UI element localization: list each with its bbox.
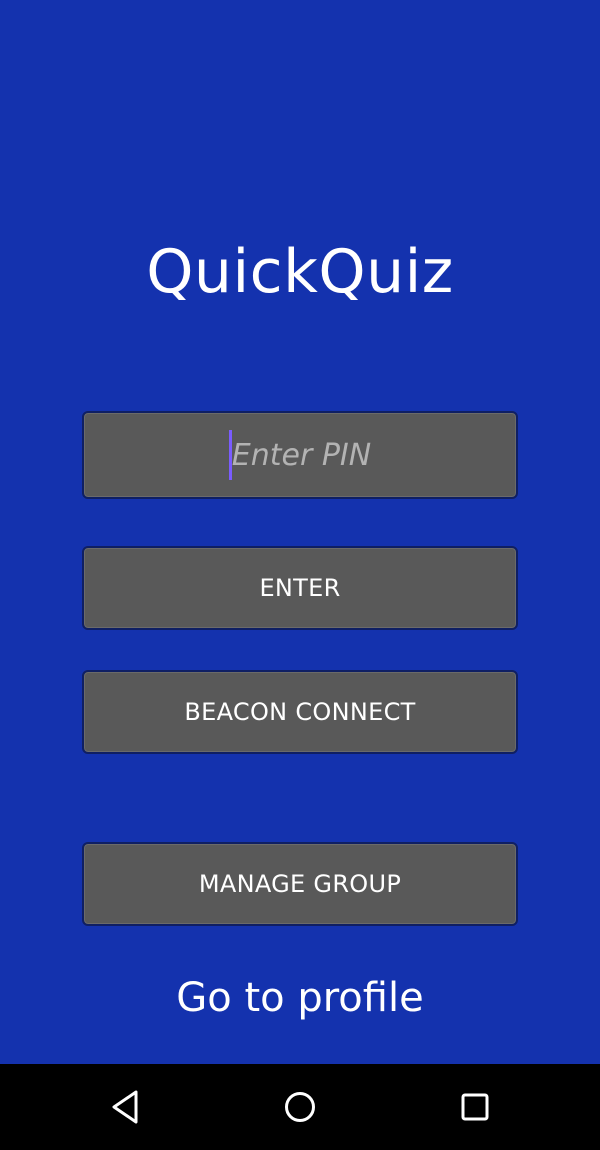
app-screen: QuickQuiz Enter PIN ENTER BEACON CONNECT… [0, 0, 600, 1064]
system-navigation-bar [0, 1064, 600, 1150]
home-button[interactable] [270, 1082, 330, 1132]
enter-button-label: ENTER [259, 574, 341, 602]
recents-button[interactable] [445, 1082, 505, 1132]
recents-square-icon [461, 1093, 489, 1121]
beacon-connect-button[interactable]: BEACON CONNECT [82, 670, 518, 754]
pin-input[interactable]: Enter PIN [228, 430, 372, 480]
app-title: QuickQuiz [146, 237, 454, 307]
pin-input-field[interactable]: Enter PIN [82, 411, 518, 499]
manage-group-button-label: MANAGE GROUP [198, 870, 402, 898]
back-button[interactable] [95, 1082, 155, 1132]
back-triangle-icon [112, 1090, 138, 1124]
pin-placeholder: Enter PIN [231, 437, 372, 473]
home-circle-icon [285, 1092, 315, 1122]
manage-group-button[interactable]: MANAGE GROUP [82, 842, 518, 926]
enter-button[interactable]: ENTER [82, 546, 518, 630]
beacon-connect-button-label: BEACON CONNECT [184, 698, 416, 726]
go-to-profile-link[interactable]: Go to profile [0, 970, 600, 1026]
